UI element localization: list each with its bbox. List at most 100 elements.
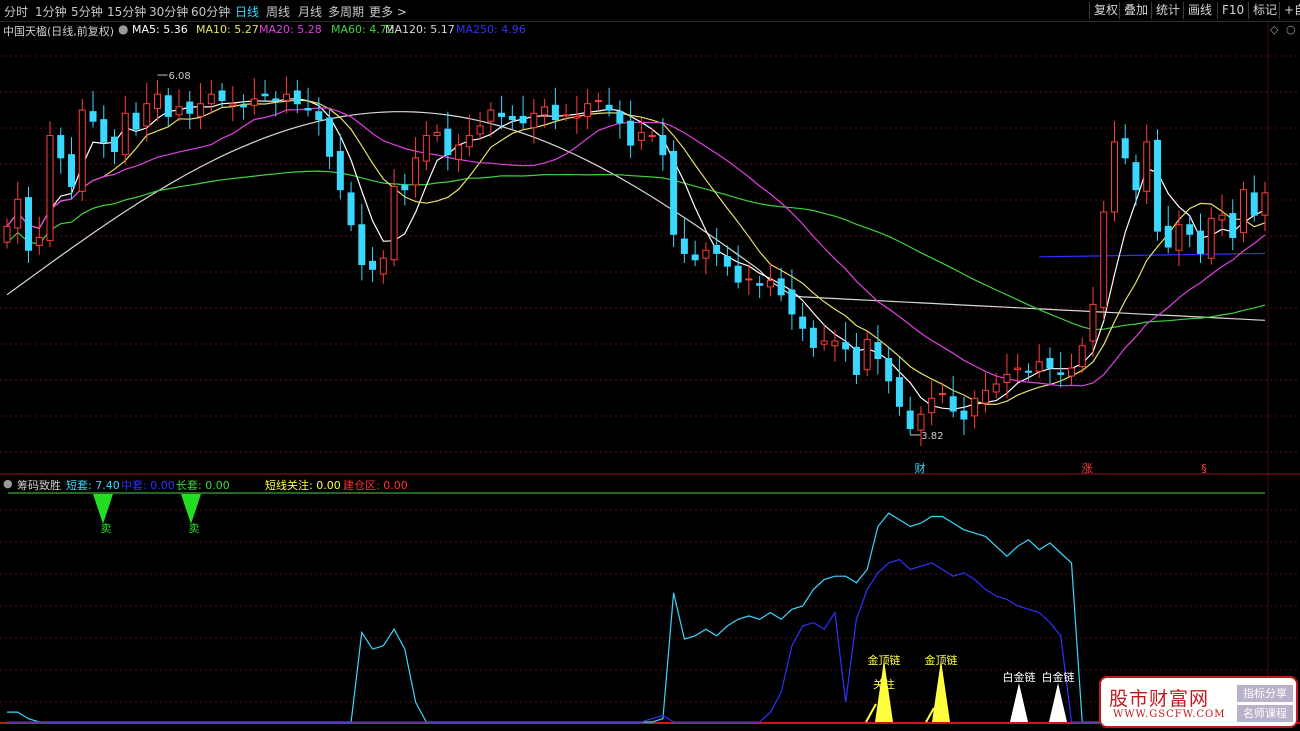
candle-body — [809, 327, 817, 348]
candle-body — [766, 279, 774, 288]
candle-body — [326, 117, 334, 157]
candle-body — [293, 90, 301, 105]
candle-body — [917, 413, 925, 431]
candle-body — [304, 107, 312, 111]
candle-body — [111, 136, 119, 152]
candle-body — [551, 104, 559, 121]
candle-body — [1218, 214, 1226, 221]
signal-label: 金顶链 — [868, 653, 901, 667]
candle-body — [1186, 224, 1194, 235]
candle-body — [1067, 367, 1075, 377]
candle-body — [562, 114, 570, 117]
candle-body — [799, 316, 807, 329]
candle-body — [240, 104, 248, 108]
candle-body — [1229, 213, 1237, 238]
ma120-line — [6, 111, 1266, 321]
candle-body — [250, 98, 258, 106]
candle-body — [584, 103, 592, 117]
event-marker: 涨 — [1082, 462, 1093, 475]
ma10-line — [6, 99, 1266, 406]
candle-body — [164, 95, 172, 117]
candle-body — [186, 101, 194, 114]
candle-body — [1121, 138, 1129, 159]
candle-body — [616, 111, 624, 124]
candle-body — [100, 119, 108, 143]
candle-body — [852, 346, 860, 375]
candle-body — [218, 90, 226, 102]
ma5-line — [6, 97, 1266, 410]
watermark-logo: 股市财富网 WWW.GSCFW.COM 指标分享 名师课程 — [1099, 676, 1298, 728]
candle-body — [35, 236, 43, 246]
candle-body — [573, 115, 581, 119]
candle-body — [874, 342, 882, 360]
event-marker: § — [1201, 462, 1207, 475]
candle-body — [197, 103, 205, 117]
golden-top-spike — [932, 660, 950, 722]
candle-body — [756, 283, 764, 286]
candle-body — [1100, 211, 1108, 309]
candle-body — [132, 112, 140, 130]
candle-body — [1110, 141, 1118, 213]
short-trap-line — [7, 512, 1223, 723]
candles — [3, 76, 1269, 447]
event-marker: 财 — [915, 461, 926, 475]
candle-body — [928, 397, 936, 414]
candle-body — [734, 265, 742, 283]
candle-body — [422, 135, 430, 162]
candle-body — [336, 150, 344, 191]
candle-body — [78, 109, 86, 192]
watermark-site-name: 股市财富网 — [1109, 688, 1210, 710]
candle-body — [508, 115, 516, 121]
signal-ramp — [865, 703, 877, 723]
signal-label: 白金链 — [1003, 670, 1036, 684]
candle-body — [820, 340, 828, 345]
ma60-line — [6, 170, 1266, 331]
watermark-url: WWW.GSCFW.COM — [1113, 709, 1226, 720]
candle-body — [154, 93, 162, 109]
candle-body — [519, 115, 527, 124]
chart-canvas: 6.083.82财涨§卖卖关注金顶链金顶链白金链白金链 — [0, 22, 1300, 724]
candle-body — [702, 249, 710, 259]
candle-body — [906, 410, 914, 430]
candle-body — [369, 260, 377, 270]
candle-body — [14, 198, 22, 229]
candle-body — [1143, 141, 1151, 192]
candle-body — [175, 106, 183, 116]
candle-body — [379, 257, 387, 275]
candle-body — [723, 256, 731, 267]
candle-body — [121, 112, 129, 156]
candle-body — [1175, 224, 1183, 251]
candle-body — [315, 111, 323, 121]
candle-body — [659, 135, 667, 156]
candle-body — [1014, 367, 1022, 371]
candle-body — [476, 125, 484, 135]
candle-body — [605, 104, 613, 111]
sell-arrow — [93, 494, 113, 524]
candle-body — [1132, 162, 1140, 191]
candle-body — [1261, 192, 1269, 216]
candle-body — [637, 131, 645, 141]
candle-body — [938, 393, 946, 396]
candle-body — [1153, 139, 1161, 232]
candle-body — [971, 397, 979, 417]
candle-body — [272, 98, 280, 102]
candle-body — [745, 278, 753, 281]
candle-body — [680, 238, 688, 254]
candle-body — [1207, 217, 1215, 259]
watermark-tag-indicators: 指标分享 — [1237, 685, 1293, 702]
candle-body — [57, 135, 65, 159]
candle-body — [46, 135, 54, 242]
candle-body — [895, 377, 903, 407]
candle-body — [3, 225, 11, 243]
candle-body — [831, 340, 839, 347]
candle-body — [89, 111, 97, 122]
watermark-tag-courses: 名师课程 — [1237, 705, 1293, 722]
candle-body — [261, 93, 269, 97]
candle-body — [358, 224, 366, 266]
candle-body — [648, 135, 656, 138]
candle-body — [433, 131, 441, 137]
signal-label: 白金链 — [1042, 670, 1075, 684]
sell-label: 卖 — [189, 522, 200, 535]
candle-body — [541, 106, 549, 116]
candle-body — [444, 128, 452, 156]
